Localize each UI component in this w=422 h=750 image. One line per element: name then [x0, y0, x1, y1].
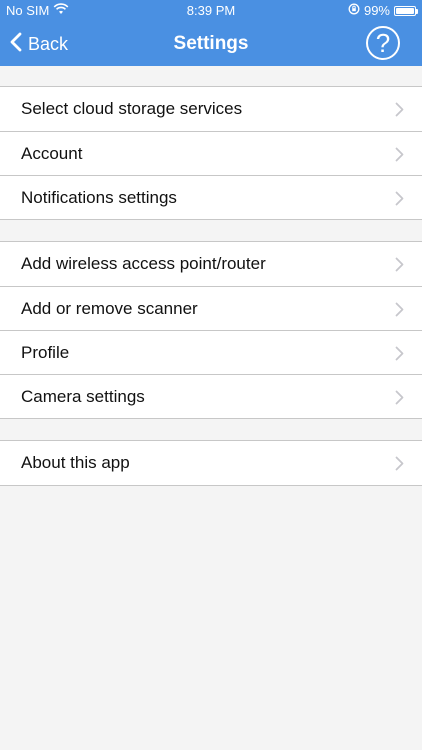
navigation-bar: Back Settings ?: [0, 22, 422, 66]
battery-fill: [396, 8, 414, 14]
page-title: Settings: [173, 33, 249, 54]
help-button[interactable]: ?: [366, 26, 400, 60]
chevron-right-icon: [395, 242, 404, 286]
row-profile[interactable]: Profile: [0, 330, 422, 374]
chevron-right-icon: [395, 176, 404, 220]
row-label: Profile: [21, 342, 70, 362]
row-label: Camera settings: [21, 386, 145, 406]
row-add-wireless-access-point[interactable]: Add wireless access point/router: [0, 242, 422, 286]
top-header: No SIM 8:39 PM 99% Back Settings ?: [0, 0, 422, 66]
battery-icon: [394, 6, 418, 16]
chevron-right-icon: [395, 87, 404, 131]
status-bar: No SIM 8:39 PM 99%: [0, 0, 422, 22]
chevron-right-icon: [395, 132, 404, 176]
row-label: Account: [21, 143, 83, 163]
status-right: 99%: [348, 0, 418, 22]
row-camera-settings[interactable]: Camera settings: [0, 374, 422, 418]
chevron-right-icon: [395, 441, 404, 485]
row-label: Notifications settings: [21, 187, 177, 207]
row-label: About this app: [21, 453, 130, 472]
row-label: Add wireless access point/router: [21, 254, 266, 273]
chevron-right-icon: [395, 331, 404, 375]
row-label: Add or remove scanner: [21, 298, 198, 318]
row-about-this-app[interactable]: About this app: [0, 441, 422, 485]
row-add-remove-scanner[interactable]: Add or remove scanner: [0, 286, 422, 330]
settings-section-2: Add wireless access point/router Add or …: [0, 241, 422, 419]
question-mark-icon: ?: [375, 27, 391, 58]
orientation-lock-icon: [348, 0, 360, 22]
chevron-right-icon: [395, 287, 404, 331]
row-notifications-settings[interactable]: Notifications settings: [0, 175, 422, 219]
row-select-cloud-storage[interactable]: Select cloud storage services: [0, 87, 422, 131]
row-account[interactable]: Account: [0, 131, 422, 175]
settings-section-3: About this app: [0, 440, 422, 486]
settings-section-1: Select cloud storage services Account No…: [0, 86, 422, 220]
battery-percent: 99%: [363, 3, 390, 18]
chevron-right-icon: [395, 375, 404, 419]
row-label: Select cloud storage services: [21, 99, 243, 118]
